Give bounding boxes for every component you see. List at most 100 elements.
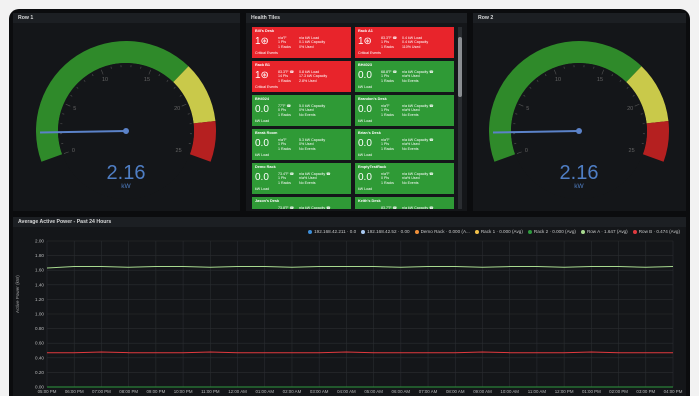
x-tick-label: 01:00 AM [255, 389, 274, 394]
tile-name: EmptyTestRack [358, 165, 387, 169]
panel-title: Health Tiles [246, 13, 467, 23]
health-tile[interactable]: BH4024 0.0 77°F ☎ 0 Pls 1 Racks 5.0 kW Capaci… [252, 95, 351, 126]
tile-big-value: 0.0 [255, 138, 269, 149]
health-tile[interactable]: Rack B1 1⊛ 83.3°F ☎ 14 Pls 1 Racks 0.8 kW Loa… [252, 61, 351, 92]
scrollbar-thumb[interactable] [458, 37, 462, 97]
x-tick-label: 03:00 AM [310, 389, 329, 394]
tile-capacity: n/a kW Load 0.1 kW Capacity 0% Used [299, 36, 326, 49]
tile-name: Bill's Desk [255, 29, 275, 33]
tile-big-value: 0.0 [358, 172, 372, 183]
tile-capacity: n/a kW Capacity ☎ [402, 206, 434, 209]
tile-metrics: n/a°F 1 Pls 1 Racks [381, 138, 394, 151]
health-tile[interactable]: Jason's Desk 73.8°F ☎ n/a kW Capacity ☎ [252, 197, 351, 209]
tile-capacity: n/a kW Capacity ☎ n/a% Used No Events [402, 70, 434, 83]
gauge-tick-label: 20 [174, 106, 180, 112]
tile-metrics: 73.4°F ☎ 1 Pls 1 Racks [278, 172, 295, 185]
x-tick-label: 05:00 PM [38, 389, 57, 394]
tile-name: Jason's Desk [255, 199, 280, 203]
tile-big-value: 0.0 [358, 104, 372, 115]
x-tick-label: 12:00 AM [228, 389, 247, 394]
panel-title: Row 2 [473, 13, 686, 23]
y-tick-label: 1.00 [35, 312, 44, 317]
health-tile[interactable]: Brandon's Desk 0.0 n/a°F 1 Pls 1 Racks n/a kW… [355, 95, 454, 126]
tile-big-value: 0.0 [255, 172, 269, 183]
x-tick-label: 08:00 AM [446, 389, 465, 394]
line-chart: 2.00 1.80 1.60 1.40 1.20 1.00 0.80 0.60 0.40 0.20… [35, 239, 683, 395]
tiles-grid: Bill's Desk 1⊛ n/a°F 1 Pls 1 Racks n/a kW Loa… [252, 27, 456, 209]
gauge-unit: kW [574, 183, 584, 190]
x-tick-label: 10:00 AM [500, 389, 519, 394]
tile-capacity: 5.3 kW Capacity 0% Used No Events [299, 138, 326, 151]
tile-metrics: 68.8°F ☎ 1 Pls 1 Racks [381, 70, 398, 83]
gauge-tick-label: 5 [73, 106, 76, 112]
tile-big-value: 1⊛ [358, 36, 372, 47]
x-tick-label: 11:00 AM [528, 389, 547, 394]
tile-capacity: 5.0 kW Capacity 0% Used No Events [299, 104, 326, 117]
gauge-tick-label: 5 [526, 106, 529, 112]
y-tick-label: 2.00 [35, 239, 44, 244]
tile-metrics: n/a°F 1 Pls 1 Racks [381, 104, 394, 117]
health-tile[interactable]: Demo Rack 0.0 73.4°F ☎ 1 Pls 1 Racks n/a kW C… [252, 163, 351, 194]
y-tick-label: 0.40 [35, 355, 44, 360]
health-tile[interactable]: Rack A1 1⊛ 83.3°F ☎ 1 Pls 1 Racks 0.4 kW Load… [355, 27, 454, 58]
x-tick-label: 08:00 PM [119, 389, 138, 394]
tile-metrics: n/a°F 1 Pls 1 Racks [278, 138, 291, 151]
x-tick-label: 03:00 PM [636, 389, 655, 394]
x-tick-label: 02:00 AM [283, 389, 302, 394]
tile-metrics: 83.3°F ☎ 1 Pls 1 Racks [381, 36, 398, 49]
health-tile[interactable]: BH4023 0.0 68.8°F ☎ 1 Pls 1 Racks n/a kW Capa… [355, 61, 454, 92]
tile-capacity: n/a kW Capacity ☎ n/a% Used No Events [402, 104, 434, 117]
health-tile[interactable]: Keith's Desk 83.7°F ☎ n/a kW Capacity ☎ [355, 197, 454, 209]
tile-footer: Critical Events [255, 51, 278, 55]
tile-footer: kW Load [358, 85, 373, 89]
y-tick-label: 1.80 [35, 253, 44, 258]
tile-capacity: n/a kW Capacity ☎ n/a% Used No Events [299, 172, 331, 185]
x-tick-label: 12:00 PM [555, 389, 574, 394]
tile-name: Brian's Desk [358, 131, 381, 135]
tile-footer: kW Load [358, 153, 373, 157]
tile-name: Break Room [255, 131, 278, 135]
gauge-tick-label: 0 [525, 148, 528, 154]
dashboard-frame: Row 1 0 5 10 15 20 25 2.16 kW Health Tiles Bill… [9, 9, 690, 396]
tile-metrics: 83.7°F ☎ [381, 206, 398, 209]
gauge-tick-label: 20 [627, 106, 633, 112]
x-tick-label: 10:00 PM [174, 389, 193, 394]
gauge-row1: 0 5 10 15 20 25 2.16kW [36, 40, 216, 199]
series-line [47, 351, 673, 354]
gauge-tick-label: 10 [555, 77, 561, 83]
y-tick-label: 0.80 [35, 326, 44, 331]
health-tile[interactable]: Bill's Desk 1⊛ n/a°F 1 Pls 1 Racks n/a kW Loa… [252, 27, 351, 58]
x-tick-label: 04:00 PM [664, 389, 683, 394]
panel-title: Row 1 [13, 13, 240, 23]
health-tile[interactable]: Brian's Desk 0.0 n/a°F 1 Pls 1 Racks n/a kW C… [355, 129, 454, 160]
tile-name: Keith's Desk [358, 199, 381, 203]
tile-footer: kW Load [358, 187, 373, 191]
tile-metrics: 83.3°F ☎ 14 Pls 1 Racks [278, 70, 295, 83]
gauge-unit: kW [121, 183, 131, 190]
tile-footer: kW Load [255, 119, 270, 123]
tile-name: BH4023 [358, 63, 372, 67]
y-tick-label: 0.60 [35, 341, 44, 346]
tile-metrics: 73.8°F ☎ [278, 206, 295, 209]
tile-name: Brandon's Desk [358, 97, 387, 101]
tile-capacity: n/a kW Capacity ☎ [299, 206, 331, 209]
series-line [46, 266, 674, 269]
tile-big-value: 0.0 [358, 138, 372, 149]
health-tile[interactable]: EmptyTestRack 0.0 n/a°F 0 Pls 1 Racks n/a kW … [355, 163, 454, 194]
tile-name: BH4024 [255, 97, 269, 101]
tile-capacity: 0.8 kW Load 17.3 kW Capacity 2.8% Used [299, 70, 328, 83]
x-tick-label: 01:00 PM [582, 389, 601, 394]
tile-footer: kW Load [255, 187, 270, 191]
tiles-scrollbar[interactable] [458, 27, 462, 209]
health-tile[interactable]: Break Room 0.0 n/a°F 1 Pls 1 Racks 5.3 kW Cap… [252, 129, 351, 160]
tile-capacity: 0.4 kW Load 0.4 kW Capacity 110% Used [402, 36, 429, 49]
gauge-tick-label: 25 [629, 148, 635, 154]
tile-metrics: n/a°F 1 Pls 1 Racks [278, 36, 291, 49]
x-tick-label: 06:00 AM [392, 389, 411, 394]
row2-panel: Row 2 0 5 10 15 20 25 2.16 kW [473, 13, 686, 211]
gauge-hub [576, 128, 582, 134]
tile-metrics: n/a°F 0 Pls 1 Racks [381, 172, 394, 185]
tile-big-value: 0.0 [255, 104, 269, 115]
gauge-hub [123, 128, 129, 134]
tile-footer: kW Load [358, 119, 373, 123]
